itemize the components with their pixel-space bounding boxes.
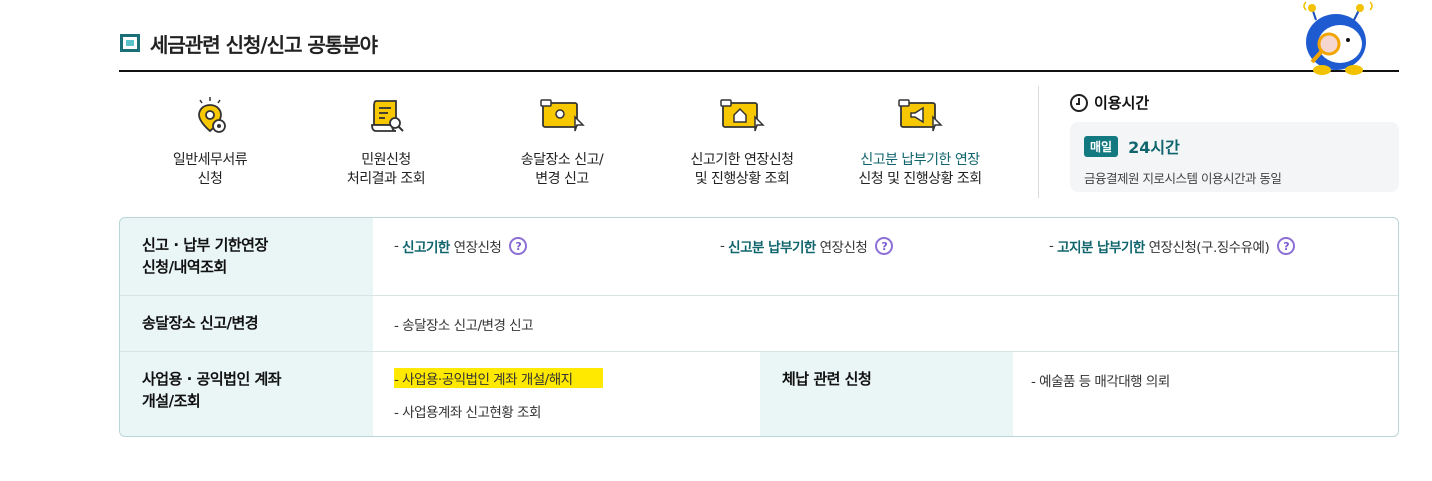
service-payment-deadline-extension[interactable]: 신고분 납부기한 연장 신청 및 진행상황 조회 <box>830 95 1010 189</box>
row-header-business-account: 사업용 · 공익법인 계좌 개설/조회 <box>120 352 373 436</box>
hours-title: 이용시간 <box>1094 94 1150 112</box>
service-label: 민원신청 처리결과 조회 <box>346 152 426 187</box>
service-label: 일반세무서류 신청 <box>172 152 248 187</box>
location-gear-icon <box>198 97 226 133</box>
link-business-account-open-close[interactable]: - 사업용·공익법인 계좌 개설/해지 <box>394 368 603 388</box>
help-question-icon[interactable]: ? <box>1277 237 1296 255</box>
help-question-icon[interactable]: ? <box>509 237 528 255</box>
link-art-sale-agency[interactable]: - 예술품 등 매각대행 의뢰 <box>1031 370 1170 390</box>
link-business-account-status[interactable]: - 사업용계좌 신고현황 조회 <box>394 401 541 421</box>
section-header: 세금관련 신청/신고 공통분야 <box>120 30 378 57</box>
service-filing-deadline-extension[interactable]: 신고기한 연장신청 및 진행상황 조회 <box>652 95 832 189</box>
service-icon-row: 일반세무서류 신청 민원신청 처리결과 조회 송달장소 신고/변경 신고 신고기… <box>120 95 1030 195</box>
link-payment-deadline-extension[interactable]: - 신고분 납부기한 연장신청 ? <box>720 236 894 256</box>
link-delivery-address-change[interactable]: - 송달장소 신고/변경 신고 <box>394 314 534 334</box>
service-general-documents[interactable]: 일반세무서류 신청 <box>120 95 300 189</box>
daily-badge: 매일 <box>1084 135 1119 157</box>
hours-box: 매일 24시간 금융결제원 지로시스템 이용시간과 동일 <box>1070 122 1399 192</box>
service-civil-complaint-results[interactable]: 민원신청 처리결과 조회 <box>296 95 476 189</box>
title-divider <box>119 70 1399 72</box>
row-header-delivery-address: 송달장소 신고/변경 <box>120 296 373 351</box>
vertical-divider <box>1038 86 1039 198</box>
hours-value: 24시간 <box>1128 138 1180 157</box>
monitor-house-icon <box>720 99 765 132</box>
link-notice-payment-extension[interactable]: - 고지분 납부기한 연장신청(구.징수유예) ? <box>1049 236 1296 256</box>
clock-icon <box>1070 93 1088 112</box>
service-label: 신고분 납부기한 연장 신청 및 진행상황 조회 <box>858 152 982 187</box>
document-search-icon <box>371 100 404 132</box>
service-label: 신고기한 연장신청 및 진행상황 조회 <box>690 152 795 187</box>
mascot-character-icon <box>1303 1 1373 75</box>
monitor-location-icon <box>540 99 585 132</box>
service-delivery-address-change[interactable]: 송달장소 신고/변경 신고 <box>472 95 652 189</box>
hours-heading: 이용시간 <box>1070 92 1149 113</box>
hours-note: 금융결제원 지로시스템 이용시간과 동일 <box>1084 171 1282 186</box>
section-title: 세금관련 신청/신고 공통분야 <box>150 32 378 57</box>
link-filing-deadline-extension[interactable]: - 신고기한 연장신청 ? <box>394 236 528 256</box>
row-header-arrears: 체납 관련 신청 <box>760 352 1013 436</box>
row-header-deadline-extension: 신고 · 납부 기한연장 신청/내역조회 <box>120 218 373 295</box>
square-bullet-icon <box>120 34 140 52</box>
monitor-megaphone-icon <box>898 99 943 132</box>
help-question-icon[interactable]: ? <box>875 237 894 255</box>
service-table: 신고 · 납부 기한연장 신청/내역조회 - 신고기한 연장신청 ? - 신고분… <box>119 217 1399 437</box>
service-label: 송달장소 신고/변경 신고 <box>520 152 604 187</box>
